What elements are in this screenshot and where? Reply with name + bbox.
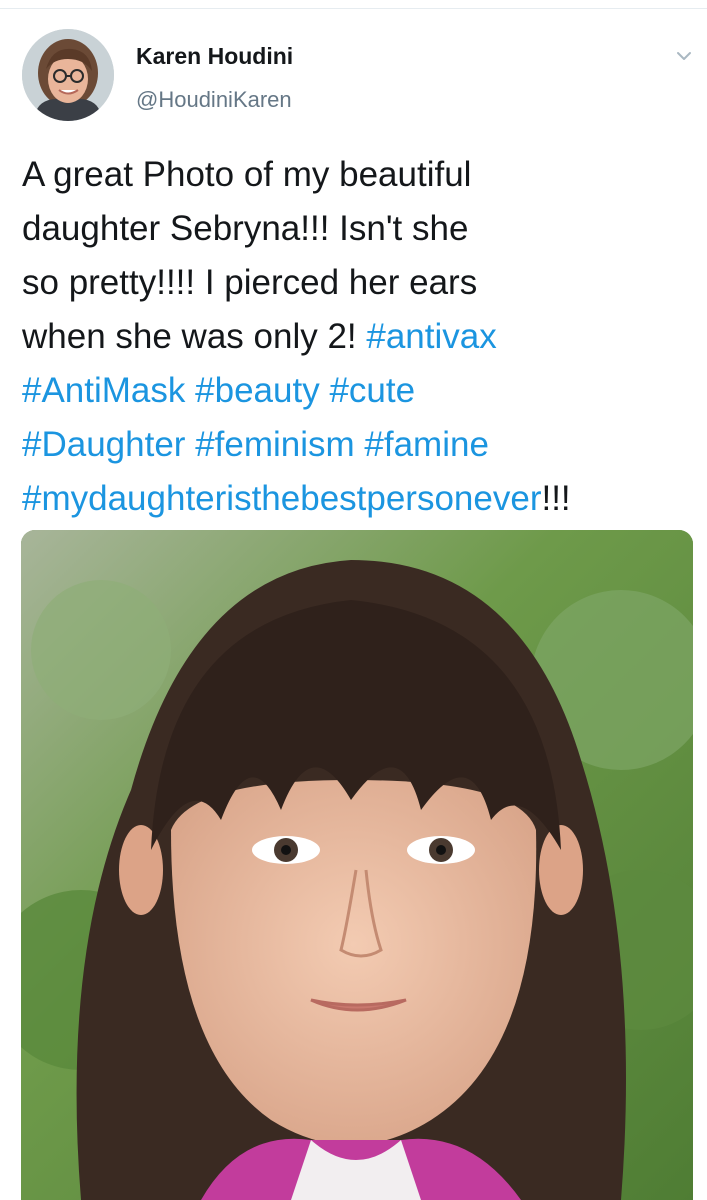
tweet-text-segment (320, 371, 330, 410)
hashtag-link[interactable]: #AntiMask (22, 371, 185, 410)
tweet-text-segment (355, 425, 365, 464)
tweet-text-line: A great Photo of my beautiful (22, 148, 682, 202)
tweet-text-line: #mydaughteristhebestpersonever!!! (22, 472, 682, 526)
tweet-text-segment: daughter Sebryna!!! Isn't she (22, 209, 469, 248)
tweet-text-segment: so pretty!!!! I pierced her ears (22, 263, 478, 302)
hashtag-link[interactable]: #beauty (195, 371, 320, 410)
tweet-text-segment (185, 425, 195, 464)
author-handle[interactable]: @HoudiniKaren (136, 86, 292, 114)
tweet-photo[interactable] (21, 530, 693, 1200)
hashtag-link[interactable]: #mydaughteristhebestpersonever (22, 479, 541, 518)
tweet-text-line: when she was only 2! #antivax (22, 310, 682, 364)
tweet-text-segment: !!! (541, 479, 571, 518)
tweet-text-line: daughter Sebryna!!! Isn't she (22, 202, 682, 256)
tweet-text-segment: A great Photo of my beautiful (22, 155, 472, 194)
tweet-text-line: #Daughter #feminism #famine (22, 418, 682, 472)
author-name[interactable]: Karen Houdini (136, 42, 293, 70)
hashtag-link[interactable]: #antivax (366, 317, 496, 356)
avatar-photo-icon (22, 29, 114, 121)
chevron-down-icon[interactable] (672, 44, 696, 68)
tweet-text-segment (185, 371, 195, 410)
tweet-text-line: #AntiMask #beauty #cute (22, 364, 682, 418)
hashtag-link[interactable]: #feminism (195, 425, 354, 464)
hashtag-link[interactable]: #cute (329, 371, 415, 410)
tweet-text-line: so pretty!!!! I pierced her ears (22, 256, 682, 310)
tweet-text: A great Photo of my beautiful daughter Se… (22, 148, 682, 526)
child-portrait-photo-icon (21, 530, 693, 1200)
hashtag-link[interactable]: #famine (364, 425, 489, 464)
author-avatar[interactable] (22, 29, 114, 121)
top-divider (0, 8, 707, 9)
hashtag-link[interactable]: #Daughter (22, 425, 185, 464)
tweet-text-segment: when she was only 2! (22, 317, 367, 356)
